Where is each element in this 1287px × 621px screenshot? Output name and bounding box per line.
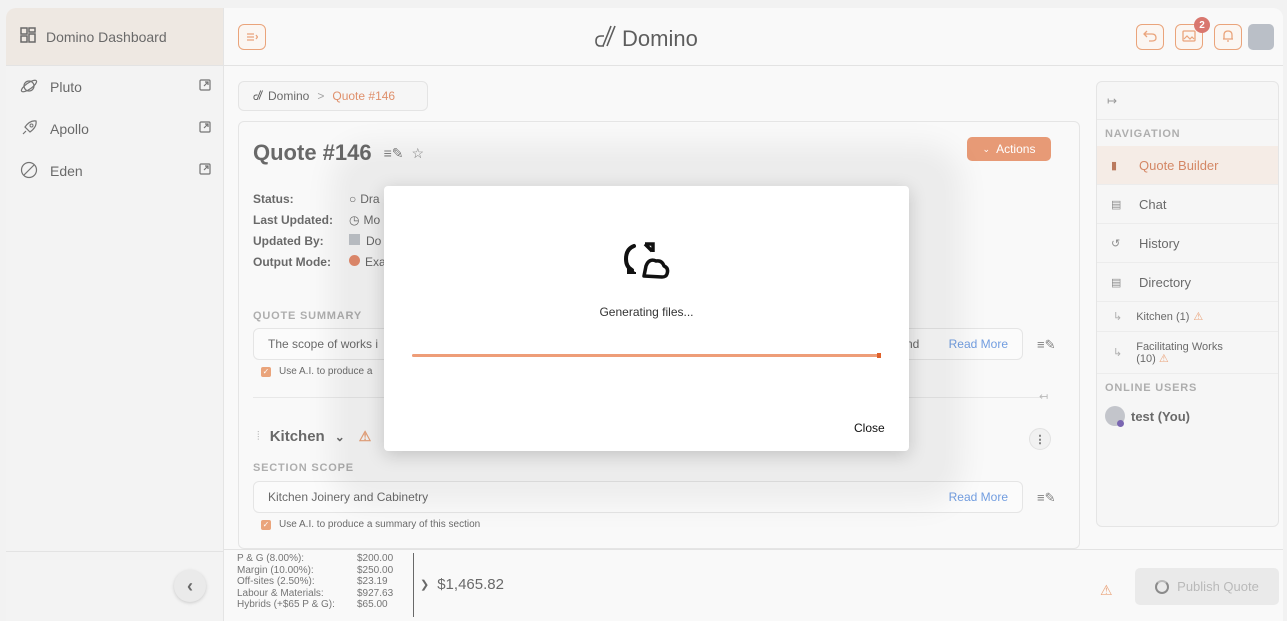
progress-bar-fill: [412, 353, 881, 358]
sync-cloud-icon: [622, 240, 670, 287]
generating-files-dialog: Generating files... Close: [384, 186, 909, 451]
close-button[interactable]: Close: [854, 421, 885, 435]
progress-bar: [412, 353, 881, 358]
progress-bar-head: [876, 353, 881, 358]
dialog-message: Generating files...: [599, 305, 694, 319]
